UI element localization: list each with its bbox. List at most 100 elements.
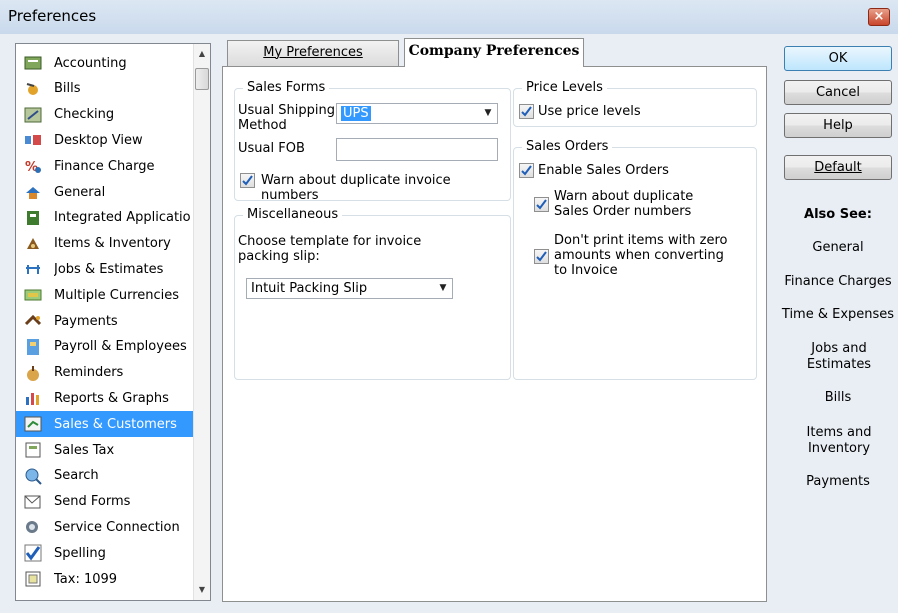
tab-company-preferences[interactable]: Company Preferences <box>404 38 584 67</box>
items-inventory-icon <box>23 235 43 253</box>
jobs-estimates-icon <box>23 260 43 278</box>
sidebar-item-send-forms[interactable]: Send Forms <box>16 489 194 515</box>
warn-duplicate-sales-order-checkbox[interactable] <box>534 197 549 212</box>
service-connection-icon <box>23 518 43 536</box>
desktop-view-icon <box>23 131 43 149</box>
sidebar-item-items-inventory[interactable]: Items & Inventory <box>16 231 194 257</box>
tab-company-preferences-label: Company Preferences <box>408 43 580 59</box>
sidebar-item-payroll-employees[interactable]: Payroll & Employees <box>16 334 194 360</box>
sidebar-item-desktop-view[interactable]: Desktop View <box>16 127 194 153</box>
sidebar-item-general[interactable]: General <box>16 179 194 205</box>
sidebar-item-multiple-currencies[interactable]: Multiple Currencies <box>16 282 194 308</box>
also-see-link-general[interactable]: General <box>778 240 898 256</box>
enable-sales-orders-checkbox[interactable] <box>519 163 534 178</box>
packing-slip-template-label: Choose template for invoice packing slip… <box>238 234 421 264</box>
warn-duplicate-invoice-checkbox[interactable] <box>240 173 255 188</box>
checking-icon <box>23 106 43 124</box>
sidebar-item-jobs-estimates[interactable]: Jobs & Estimates <box>16 256 194 282</box>
sidebar-item-search[interactable]: Search <box>16 463 194 489</box>
sidebar-item-label: Desktop View <box>54 132 143 148</box>
sidebar-item-label: Search <box>54 468 99 484</box>
packing-slip-template-value: Intuit Packing Slip <box>251 281 368 296</box>
general-icon <box>23 183 43 201</box>
bills-icon <box>23 80 43 98</box>
enable-sales-orders-label[interactable]: Enable Sales Orders <box>538 163 669 178</box>
tax-1099-icon <box>23 570 43 588</box>
sidebar-item-label: Jobs & Estimates <box>54 261 164 277</box>
close-button[interactable]: × <box>868 8 890 26</box>
scroll-up-icon[interactable]: ▲ <box>194 46 210 62</box>
miscellaneous-title: Miscellaneous <box>243 207 343 222</box>
list-scrollbar[interactable]: ▲ ▼ <box>193 44 210 600</box>
chevron-down-icon[interactable]: ▼ <box>479 104 497 123</box>
dont-print-zero-items-line3: to Invoice <box>554 263 618 278</box>
also-see-link-finance-charges[interactable]: Finance Charges <box>778 274 898 290</box>
reminders-icon <box>23 364 43 382</box>
sidebar-item-label: Multiple Currencies <box>54 287 180 303</box>
sidebar-item-reports-graphs[interactable]: Reports & Graphs <box>16 385 194 411</box>
dont-print-zero-items-label[interactable]: Don't print items with zero amounts when… <box>554 233 728 278</box>
shipping-method-dropdown[interactable]: UPS ▼ <box>336 103 498 124</box>
sidebar-item-label: Reports & Graphs <box>54 390 169 406</box>
checkmark-icon <box>536 251 547 262</box>
sales-tax-icon <box>23 441 43 459</box>
checkmark-icon <box>242 175 253 186</box>
sidebar-item-checking[interactable]: Checking <box>16 102 194 128</box>
sidebar-item-service-connection[interactable]: Service Connection <box>16 514 194 540</box>
fob-input[interactable] <box>336 138 498 161</box>
sidebar-item-reminders[interactable]: Reminders <box>16 360 194 386</box>
sidebar-item-label: Finance Charge <box>54 158 155 174</box>
company-preferences-panel: Sales Forms Usual Shipping Method UPS ▼ … <box>222 66 767 602</box>
sidebar-item-label: Spelling <box>54 545 106 561</box>
tab-my-preferences[interactable]: My Preferences <box>227 40 399 66</box>
fob-label: Usual FOB <box>238 141 305 156</box>
packing-slip-template-label-line1: Choose template for invoice <box>238 234 422 249</box>
sidebar-item-label: Payroll & Employees <box>54 339 187 355</box>
also-see-link-payments[interactable]: Payments <box>778 474 898 490</box>
sidebar-item-label: Items & Inventory <box>54 236 171 252</box>
warn-duplicate-invoice-label[interactable]: Warn about duplicate invoice numbers <box>261 173 510 203</box>
dont-print-zero-items-line2: amounts when converting <box>554 248 724 263</box>
chevron-down-icon[interactable]: ▼ <box>434 279 452 298</box>
cancel-button[interactable]: Cancel <box>784 80 892 105</box>
warn-duplicate-sales-order-label[interactable]: Warn about duplicate Sales Order numbers <box>554 189 693 219</box>
title-bar: Preferences × <box>0 0 898 34</box>
sidebar-item-integrated-applications[interactable]: Integrated Applicatio <box>16 205 194 231</box>
scroll-down-icon[interactable]: ▼ <box>194 582 210 598</box>
default-button[interactable]: Default <box>784 155 892 180</box>
spelling-icon <box>23 544 43 562</box>
sales-forms-title: Sales Forms <box>243 80 330 95</box>
dont-print-zero-items-checkbox[interactable] <box>534 249 549 264</box>
help-button[interactable]: Help <box>784 113 892 138</box>
sidebar-item-tax-1099[interactable]: Tax: 1099 <box>16 566 194 592</box>
sidebar-item-accounting[interactable]: Accounting <box>16 50 194 76</box>
scroll-thumb[interactable] <box>195 68 209 90</box>
integrated-applications-icon <box>23 209 43 227</box>
sidebar-item-label: Tax: 1099 <box>54 571 118 587</box>
also-see-link-time-expenses[interactable]: Time & Expenses <box>778 307 898 323</box>
sidebar-item-label: Sales & Customers <box>54 416 177 432</box>
also-see-link-items-inventory[interactable]: Items and Inventory <box>804 425 874 457</box>
sidebar-item-payments[interactable]: Payments <box>16 308 194 334</box>
use-price-levels-label[interactable]: Use price levels <box>538 104 641 119</box>
also-see-title: Also See: <box>804 207 872 222</box>
window-title: Preferences <box>8 7 97 25</box>
price-levels-group: Price Levels Use price levels <box>513 80 757 127</box>
also-see-link-bills[interactable]: Bills <box>778 390 898 406</box>
price-levels-title: Price Levels <box>522 80 607 95</box>
sidebar-item-sales-customers[interactable]: Sales & Customers <box>16 411 194 438</box>
shipping-method-label-line2: Method <box>238 118 287 133</box>
sidebar-item-finance-charge[interactable]: % Finance Charge <box>16 153 194 179</box>
ok-button[interactable]: OK <box>784 46 892 71</box>
sidebar-item-spelling[interactable]: Spelling <box>16 540 194 566</box>
use-price-levels-checkbox[interactable] <box>519 104 534 119</box>
packing-slip-template-label-line2: packing slip: <box>238 249 320 264</box>
packing-slip-template-dropdown[interactable]: Intuit Packing Slip ▼ <box>246 278 453 299</box>
reports-graphs-icon <box>23 389 43 407</box>
sidebar-item-bills[interactable]: Bills <box>16 76 194 102</box>
sidebar-item-label: Reminders <box>54 365 124 381</box>
shipping-method-label-line1: Usual Shipping <box>238 103 335 118</box>
also-see-link-jobs-estimates[interactable]: Jobs and Estimates <box>804 341 874 373</box>
sidebar-item-sales-tax[interactable]: Sales Tax <box>16 437 194 463</box>
svg-text:%: % <box>25 160 38 175</box>
